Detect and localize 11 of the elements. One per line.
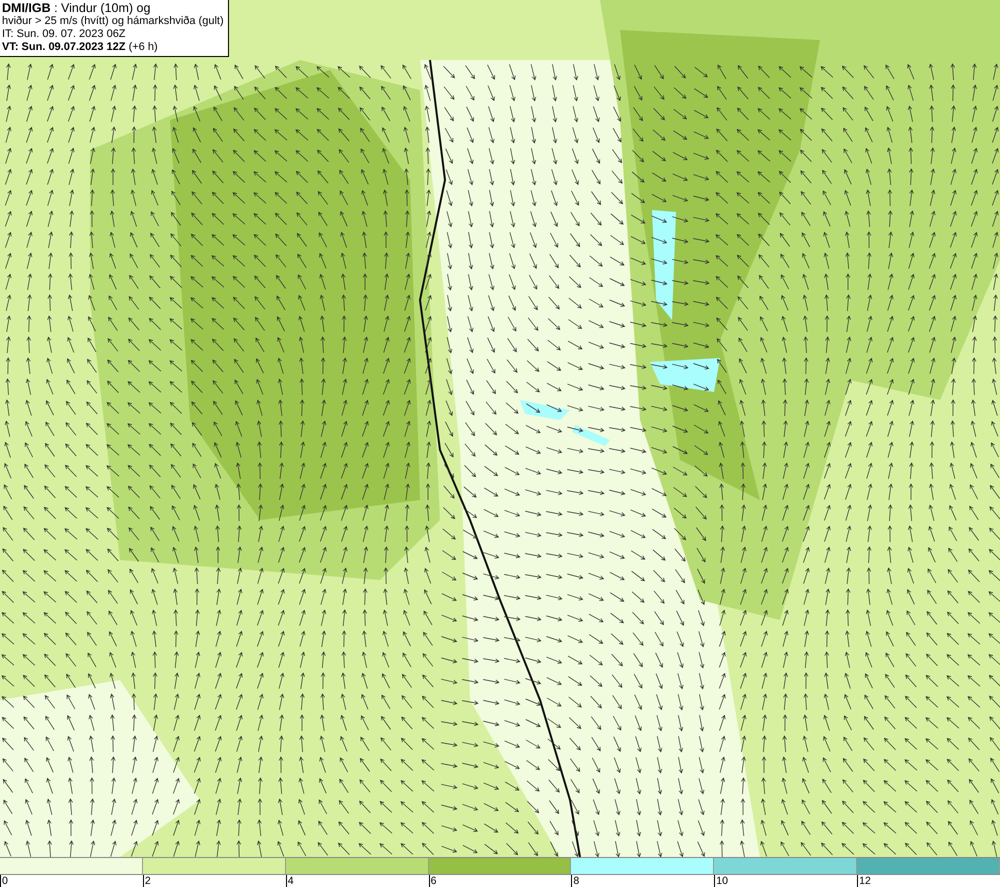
scale-label: 6 (428, 875, 436, 887)
legend-text: IT: Sun. 09. 07. 2023 06Z (2, 28, 127, 41)
legend-text: VT: Sun. 09.07.2023 12Z (+6 h) (2, 41, 159, 54)
scale-label: 8 (571, 875, 580, 887)
scale-label: 2 (142, 875, 151, 887)
scale-label: 4 (286, 875, 294, 887)
legend-text: DMI/IGB : Vindur (10m) og (2, 2, 152, 15)
scale-label: 10 (714, 875, 728, 887)
scale-label: 12 (857, 875, 871, 887)
legend-text: hviður > 25 m/s (hvítt) og hámarkshviða (gult) (2, 15, 224, 28)
scale-label: 0 (0, 875, 8, 887)
